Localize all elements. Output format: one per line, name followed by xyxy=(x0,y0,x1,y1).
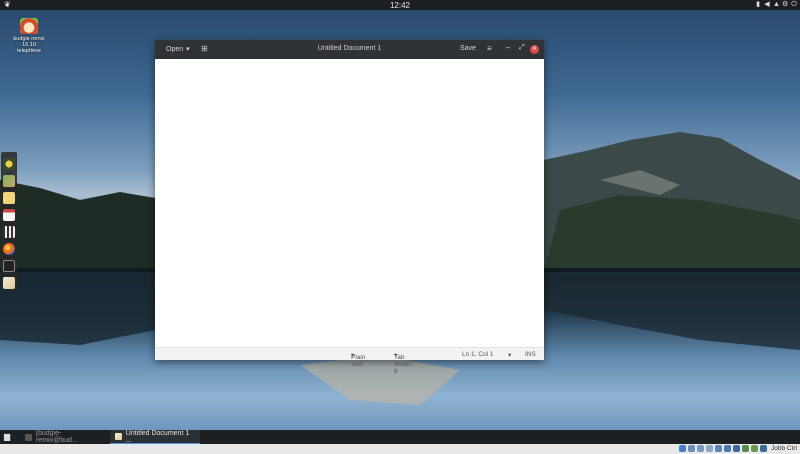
position-chevron-icon[interactable]: ▾ xyxy=(508,351,511,359)
power-icon[interactable]: ⏻ xyxy=(791,1,797,8)
tab-width-label: Tab Width: 8 xyxy=(394,354,413,375)
network-icon[interactable] xyxy=(705,445,713,452)
host-tray: Jobb Ctrl xyxy=(678,445,797,452)
audio-icon[interactable] xyxy=(696,445,704,452)
window-titlebar: Open ▾ ⊞ Untitled Document 1 Save ≡ – ⤢ … xyxy=(155,40,544,59)
recording-icon[interactable] xyxy=(741,445,749,452)
dock xyxy=(1,152,17,289)
battery-icon[interactable]: ▮ xyxy=(755,1,761,8)
clock[interactable]: 12:42 xyxy=(0,1,800,10)
minimize-icon[interactable]: – xyxy=(506,43,510,52)
language-label: Plain Text xyxy=(351,354,366,368)
host-key-label: Jobb Ctrl xyxy=(770,445,797,452)
video-icon[interactable] xyxy=(3,226,15,238)
bottom-taskbar: ▆ [budgie-remix@bud... Untitled Document… xyxy=(0,430,800,444)
host-status-strip: Jobb Ctrl xyxy=(0,444,800,454)
disk-icon[interactable] xyxy=(678,445,686,452)
task-label: [budgie-remix@bud... xyxy=(36,430,78,444)
settings-icon[interactable]: ⚙ xyxy=(782,1,788,8)
desktop-install-icon[interactable]: budgie remix 16.10 telepítése xyxy=(12,18,46,54)
system-tray: ▮ ◀ ▲ ⚙ ⏻ xyxy=(755,1,797,8)
save-button[interactable]: Save xyxy=(460,45,476,52)
text-editor-window: Open ▾ ⊞ Untitled Document 1 Save ≡ – ⤢ … xyxy=(155,40,544,375)
language-selector[interactable]: Plain Text ▾ xyxy=(351,351,365,368)
firefox-icon[interactable] xyxy=(3,243,15,255)
shared-folder-icon[interactable] xyxy=(723,445,731,452)
cursor-position[interactable]: Ln 1, Col 1 xyxy=(462,351,493,358)
display-icon[interactable] xyxy=(732,445,740,452)
app-menu-icon[interactable]: ▆ xyxy=(4,433,12,441)
text-editor-icon[interactable] xyxy=(3,277,15,289)
notes-icon[interactable] xyxy=(3,192,15,204)
text-editor-task-icon xyxy=(115,433,122,440)
close-icon[interactable]: ✕ xyxy=(530,45,539,54)
task-text-editor[interactable]: Untitled Document 1 ... xyxy=(110,430,200,444)
usb-icon[interactable] xyxy=(714,445,722,452)
budgie-welcome-icon[interactable] xyxy=(3,158,15,170)
desktop-icon-label: budgie remix 16.10 telepítése xyxy=(13,36,45,54)
insert-mode: INS xyxy=(525,351,536,358)
volume-icon[interactable]: ◀ xyxy=(764,1,770,8)
hamburger-menu-icon[interactable]: ≡ xyxy=(487,44,492,53)
notification-icon[interactable]: ▲ xyxy=(773,1,780,8)
terminal-task-icon xyxy=(25,433,32,441)
terminal-icon[interactable] xyxy=(3,260,15,272)
installer-icon xyxy=(20,18,38,34)
photos-icon[interactable] xyxy=(3,175,15,187)
calendar-icon[interactable] xyxy=(3,209,15,221)
task-label: Untitled Document 1 ... xyxy=(125,429,190,444)
maximize-icon[interactable]: ⤢ xyxy=(519,44,525,52)
tab-width-selector[interactable]: Tab Width: 8 ▾ xyxy=(394,351,412,375)
optical-drive-icon[interactable] xyxy=(687,445,695,452)
top-panel: ❦ 12:42 ▮ ◀ ▲ ⚙ ⏻ xyxy=(0,0,800,10)
cpu-icon[interactable] xyxy=(750,445,758,452)
status-bar: Plain Text ▾ Tab Width: 8 ▾ Ln 1, Col 1 … xyxy=(155,347,544,375)
task-terminal[interactable]: [budgie-remix@bud... xyxy=(20,430,108,444)
window-title: Untitled Document 1 xyxy=(317,45,382,52)
editor-text-area[interactable] xyxy=(155,59,544,347)
mouse-integration-icon[interactable] xyxy=(759,445,767,452)
